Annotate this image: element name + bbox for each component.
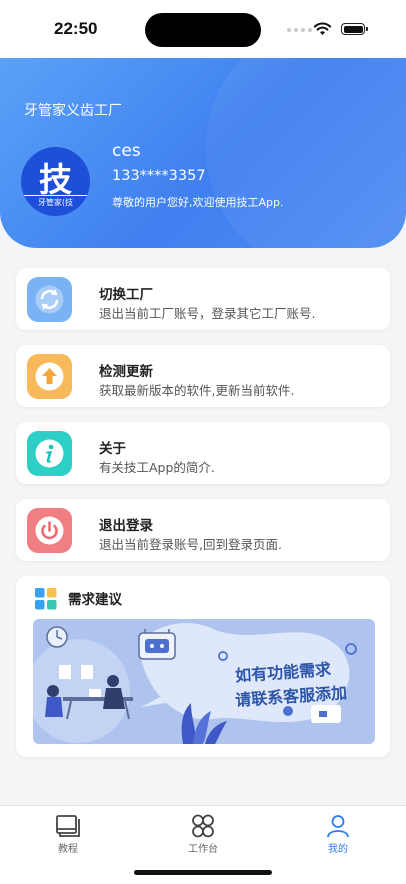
grid-icon <box>192 814 214 838</box>
power-icon <box>27 508 72 553</box>
battery-icon <box>341 23 368 35</box>
status-bar: 22:50 <box>0 0 406 58</box>
avatar-strip: 牙管家(技 <box>21 195 90 208</box>
menu-desc: 获取最新版本的软件,更新当前软件. <box>99 383 295 398</box>
logout-item[interactable]: 退出登录 退出当前登录账号,回到登录页面. <box>16 499 390 561</box>
tab-tutorial[interactable]: 教程 <box>38 814 98 855</box>
upload-arrow-icon <box>27 354 72 399</box>
factory-name: 牙管家义齿工厂 <box>24 103 122 119</box>
apps-grid-icon <box>35 588 57 610</box>
status-time: 22:50 <box>54 19 98 38</box>
user-icon <box>327 815 349 838</box>
menu-title: 切换工厂 <box>99 287 153 303</box>
menu-title: 检测更新 <box>99 364 153 380</box>
profile-header: 牙管家义齿工厂 技 牙管家(技 ces 133****3357 尊敬的用户您好,… <box>0 58 406 248</box>
menu-title: 退出登录 <box>99 518 153 534</box>
greeting-text: 尊敬的用户您好,欢迎使用技工App. <box>112 196 284 209</box>
user-phone: 133****3357 <box>112 168 206 184</box>
menu-desc: 有关技工App的简介. <box>99 460 215 475</box>
wifi-icon <box>313 22 332 35</box>
menu-desc: 退出当前登录账号,回到登录页面. <box>99 537 282 552</box>
avatar-char: 技 <box>39 160 72 199</box>
check-update-item[interactable]: 检测更新 获取最新版本的软件,更新当前软件. <box>16 345 390 407</box>
suggestion-banner[interactable]: 如有功能需求 请联系客服添加 <box>33 619 375 744</box>
tab-label: 我的 <box>328 844 348 855</box>
tab-workbench[interactable]: 工作台 <box>173 814 233 855</box>
dynamic-island <box>145 13 261 47</box>
info-icon <box>27 431 72 476</box>
tab-label: 教程 <box>58 844 78 855</box>
book-icon <box>56 815 80 837</box>
refresh-icon <box>27 277 72 322</box>
suggestion-card: 需求建议 如有功能需求 请联系客服添加 <box>16 576 390 757</box>
user-name: ces <box>112 141 141 161</box>
menu-desc: 退出当前工厂账号，登录其它工厂账号. <box>99 306 316 321</box>
menu-title: 关于 <box>99 441 126 457</box>
tab-mine[interactable]: 我的 <box>308 814 368 855</box>
cellular-signal-icon <box>287 28 312 32</box>
about-item[interactable]: 关于 有关技工App的简介. <box>16 422 390 484</box>
home-indicator[interactable] <box>134 870 272 875</box>
avatar[interactable]: 技 牙管家(技 <box>21 147 90 216</box>
suggestion-title: 需求建议 <box>68 592 122 608</box>
tab-label: 工作台 <box>188 844 218 855</box>
switch-factory-item[interactable]: 切换工厂 退出当前工厂账号，登录其它工厂账号. <box>16 268 390 330</box>
